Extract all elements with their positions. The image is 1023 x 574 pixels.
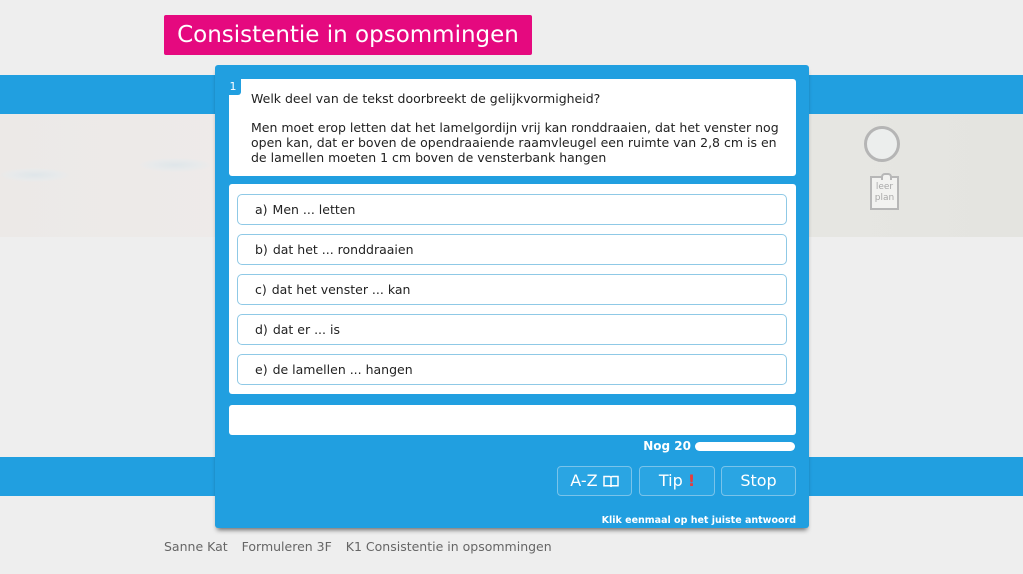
photo-eye-right [140, 158, 210, 172]
answer-option-b[interactable]: b) dat het ... ronddraaien [237, 234, 787, 265]
progress-label: Nog 20 [643, 439, 691, 453]
exclamation-icon: ! [687, 471, 696, 490]
answer-text: de lamellen ... hangen [272, 362, 413, 377]
leerplan-label-line2: plan [874, 193, 895, 203]
stop-button[interactable]: Stop [721, 466, 796, 496]
progress-fill [695, 442, 795, 451]
status-circle-icon[interactable] [864, 126, 900, 162]
tip-button[interactable]: Tip ! [639, 466, 715, 496]
photo-eye-left [0, 168, 70, 182]
answer-option-a[interactable]: a) Men ... letten [237, 194, 787, 225]
tip-button-label: Tip [658, 471, 683, 490]
answer-text: dat het ... ronddraaien [272, 242, 414, 257]
answer-letter: e) [255, 362, 268, 377]
dictionary-button[interactable]: A-Z [557, 466, 632, 496]
question-number: 1 [225, 79, 241, 95]
answer-option-e[interactable]: e) de lamellen ... hangen [237, 354, 787, 385]
leerplan-label-line1: leer [875, 182, 894, 192]
clipboard-icon[interactable]: leer plan [870, 173, 899, 210]
answer-letter: b) [255, 242, 268, 257]
question-text: Men moet erop letten dat het lamelgordij… [251, 120, 779, 165]
feedback-box [229, 405, 796, 435]
breadcrumb-lesson: K1 Consistentie in opsommingen [345, 539, 552, 554]
answer-option-c[interactable]: c) dat het venster ... kan [237, 274, 787, 305]
answer-text: dat het venster ... kan [271, 282, 411, 297]
clipboard-clip [881, 173, 892, 180]
answer-text: Men ... letten [272, 202, 356, 217]
breadcrumb: Sanne Kat Formuleren 3F K1 Consistentie … [164, 539, 562, 555]
breadcrumb-course: Formuleren 3F [241, 539, 332, 554]
question-prompt: Welk deel van de tekst doorbreekt de gel… [251, 91, 601, 106]
breadcrumb-student: Sanne Kat [164, 539, 228, 554]
answer-letter: c) [255, 282, 267, 297]
book-icon [602, 469, 619, 497]
dictionary-button-label: A-Z [570, 471, 598, 490]
answer-option-d[interactable]: d) dat er ... is [237, 314, 787, 345]
answer-letter: d) [255, 322, 268, 337]
answer-letter: a) [255, 202, 268, 217]
question-content: Welk deel van de tekst doorbreekt de gel… [251, 91, 791, 165]
progress-bar [695, 442, 795, 451]
instruction-text: Klik eenmaal op het juiste antwoord [601, 515, 796, 526]
answer-text: dat er ... is [272, 322, 340, 337]
answer-list: a) Men ... letten b) dat het ... ronddraai… [229, 184, 796, 394]
page-title: Consistentie in opsommingen [164, 15, 532, 55]
exercise-panel: Welk deel van de tekst doorbreekt de gel… [215, 65, 809, 528]
question-box: Welk deel van de tekst doorbreekt de gel… [229, 79, 796, 176]
